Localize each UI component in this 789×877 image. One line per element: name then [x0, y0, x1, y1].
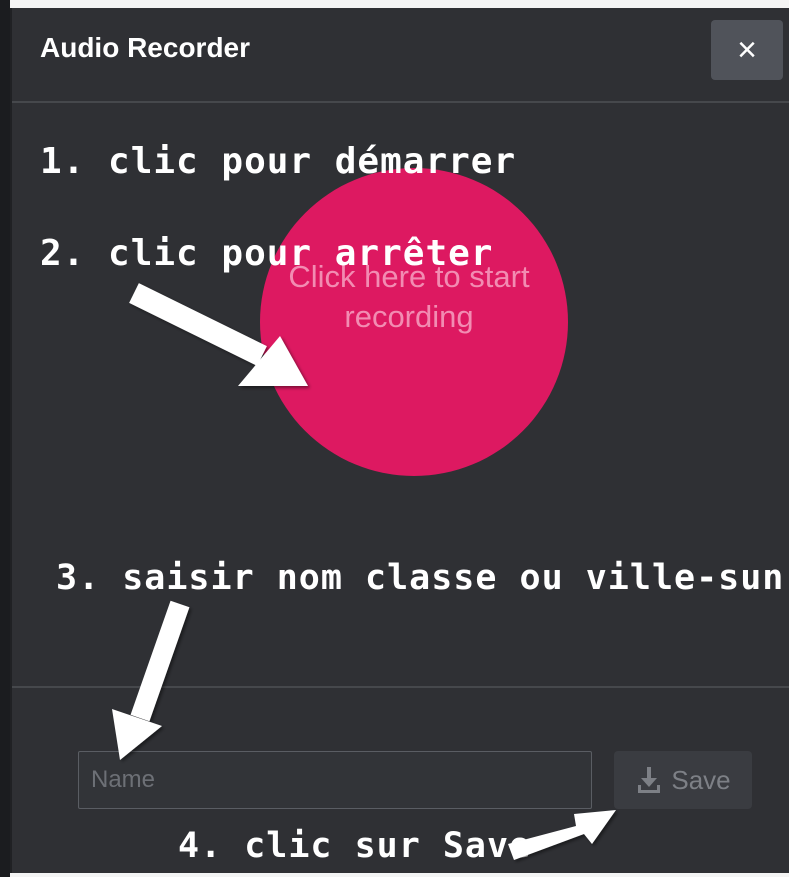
close-button[interactable]: ×	[711, 20, 783, 80]
record-button[interactable]: Click here to start recording	[260, 168, 568, 476]
modal-header: Audio Recorder ×	[12, 8, 789, 103]
background-edge	[0, 0, 10, 877]
save-button[interactable]: Save	[614, 751, 752, 809]
save-label: Save	[671, 764, 731, 795]
annotation-step-3: 3. saisir nom classe ou ville-sun	[56, 558, 785, 598]
name-input[interactable]	[78, 751, 592, 809]
footer-divider	[12, 686, 789, 688]
audio-recorder-modal: Audio Recorder × 1. clic pour démarrer C…	[10, 8, 789, 873]
arrow-to-name-input	[112, 600, 190, 760]
download-icon	[638, 767, 661, 793]
annotation-step-4: 4. clic sur Save	[178, 826, 532, 866]
modal-title: Audio Recorder	[40, 32, 251, 63]
annotation-step-1: 1. clic pour démarrer	[40, 141, 517, 182]
close-icon: ×	[737, 31, 757, 69]
annotation-step-2: 2. clic pour arrêter	[40, 233, 494, 274]
